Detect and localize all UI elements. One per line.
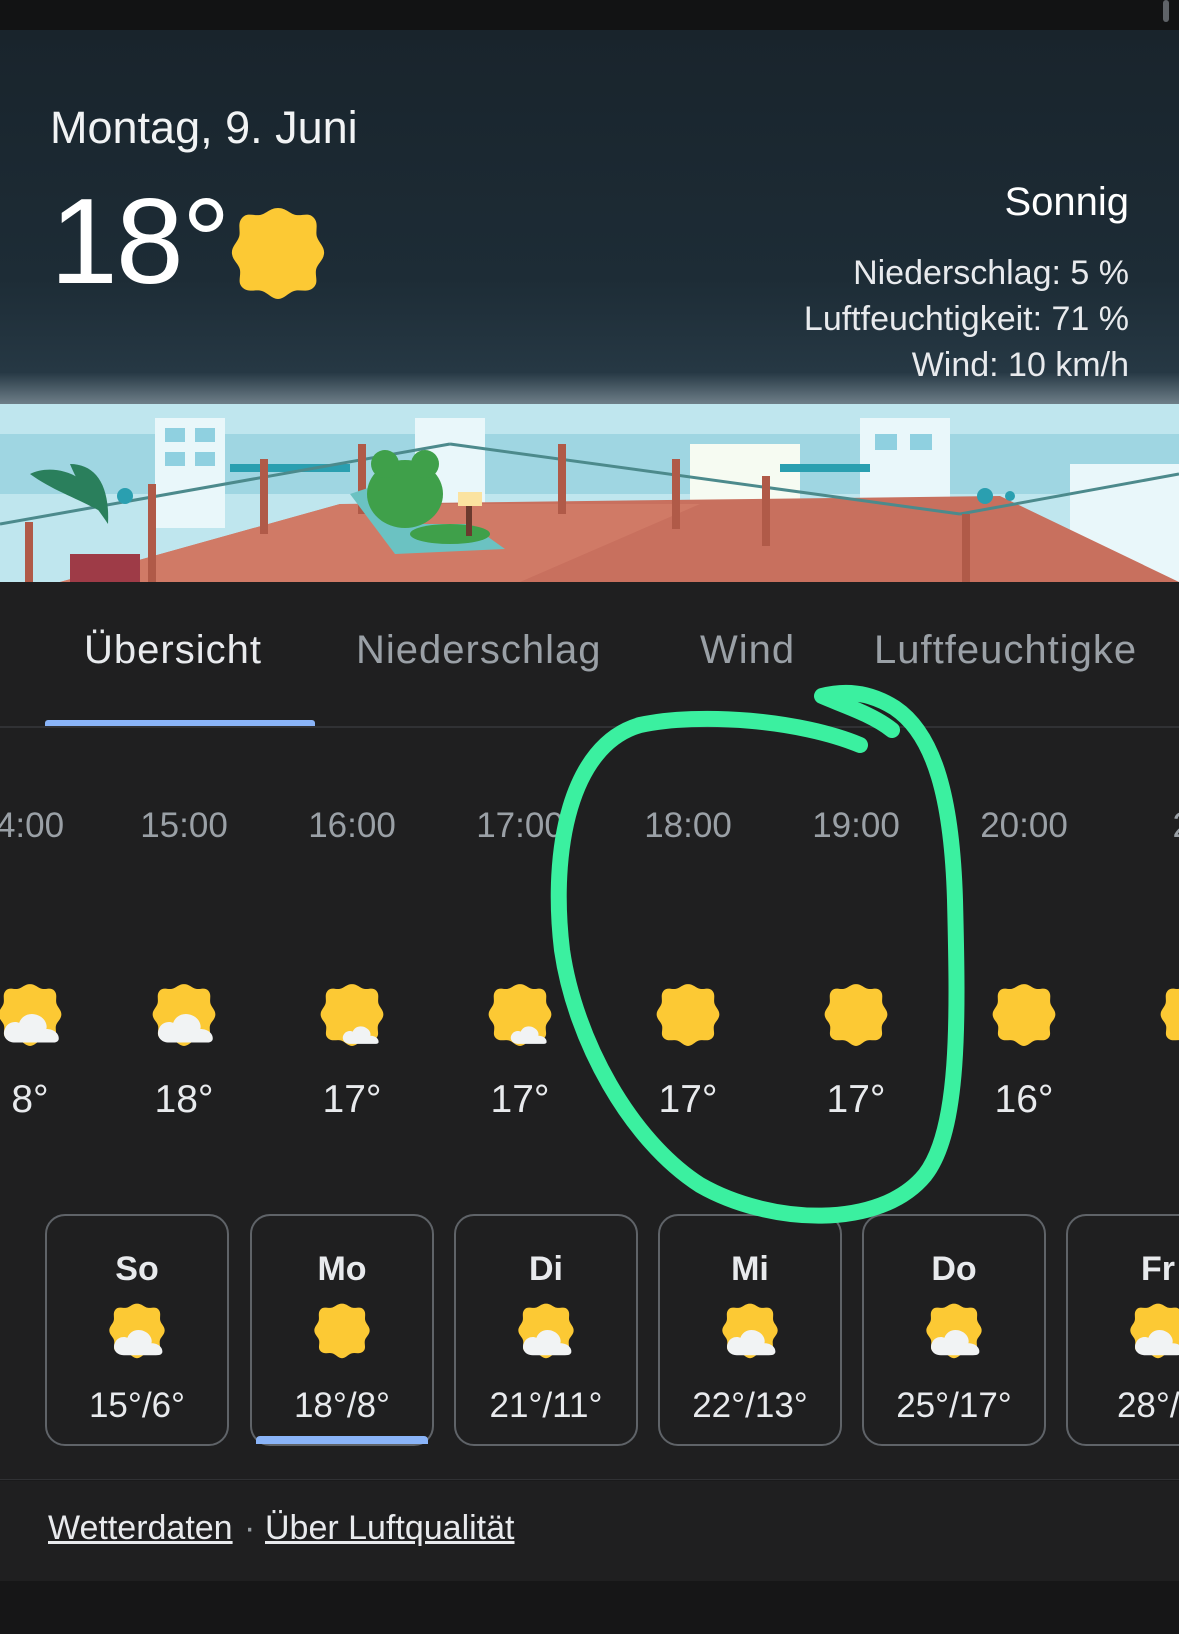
wind-detail: Wind: 10 km/h bbox=[911, 346, 1129, 384]
section-divider bbox=[0, 1479, 1179, 1480]
partly-cloudy-icon bbox=[0, 984, 62, 1046]
day-temperature-range: 21°/11° bbox=[489, 1386, 603, 1425]
sun-icon bbox=[992, 984, 1056, 1046]
sun-icon bbox=[824, 984, 888, 1046]
day-temperature-range: 25°/17° bbox=[896, 1386, 1012, 1425]
hour-temperature: 18° bbox=[154, 1078, 214, 1121]
day-card-monday[interactable]: Mo 18°/8° bbox=[250, 1214, 434, 1446]
precipitation-detail: Niederschlag: 5 % bbox=[853, 254, 1129, 292]
day-selected-indicator bbox=[256, 1436, 428, 1444]
bottom-strip bbox=[0, 1581, 1179, 1634]
tab-overview[interactable]: Übersicht bbox=[84, 628, 262, 673]
day-card-tuesday[interactable]: Di 21°/11° bbox=[454, 1214, 638, 1446]
humidity-detail: Luftfeuchtigkeit: 71 % bbox=[803, 300, 1129, 338]
tab-wind[interactable]: Wind bbox=[700, 628, 795, 673]
day-card-friday[interactable]: Fr 28°/1 bbox=[1066, 1214, 1179, 1446]
weather-hero: Montag, 9. Juni 18° Sonnig Niederschlag:… bbox=[0, 30, 1179, 582]
day-card-sunday[interactable]: So 15°/6° bbox=[45, 1214, 229, 1446]
day-name: So bbox=[115, 1250, 159, 1288]
day-temperature-range: 28°/1 bbox=[1116, 1386, 1179, 1425]
day-name: Mo bbox=[317, 1250, 367, 1288]
day-name: Do bbox=[931, 1250, 977, 1288]
current-temperature: 18° bbox=[50, 173, 230, 309]
hour-temperature: 17° bbox=[490, 1078, 550, 1121]
current-condition: Sonnig bbox=[1004, 180, 1129, 224]
current-date: Montag, 9. Juni bbox=[50, 102, 358, 153]
air-quality-link[interactable]: Über Luftqualität bbox=[265, 1509, 515, 1548]
partly-cloudy-icon bbox=[926, 1303, 982, 1359]
hour-time: 21 bbox=[1108, 806, 1179, 846]
hourly-forecast[interactable]: 4:00 8° 15:00 18° 16:00 17° 17:00 17° 18… bbox=[0, 728, 1179, 1180]
tab-precipitation[interactable]: Niederschlag bbox=[356, 628, 601, 673]
footer-links: Wetterdaten · Über Luftqualität bbox=[0, 1481, 1179, 1581]
hour-temperature: 8° bbox=[11, 1078, 49, 1121]
weather-data-link[interactable]: Wetterdaten bbox=[48, 1509, 233, 1548]
hour-temperature: 1 bbox=[1108, 1078, 1179, 1122]
tab-bar: Übersicht Niederschlag Wind Luftfeuchtig… bbox=[0, 582, 1179, 728]
mostly-sunny-icon bbox=[320, 984, 384, 1046]
hour-time: 20:00 bbox=[980, 806, 1068, 845]
hour-temperature: 17° bbox=[658, 1078, 718, 1121]
footer-separator: · bbox=[244, 1509, 256, 1547]
hour-time: 17:00 bbox=[476, 806, 564, 845]
daily-forecast: So 15°/6° Mo 18°/8° Di 21°/11° Mi 22°/13… bbox=[0, 1180, 1179, 1480]
sun-icon bbox=[231, 208, 325, 299]
partly-cloudy-icon bbox=[518, 1303, 574, 1359]
day-temperature-range: 15°/6° bbox=[88, 1386, 186, 1425]
top-status-strip bbox=[0, 0, 1179, 30]
hour-time: 15:00 bbox=[140, 806, 228, 845]
sun-icon bbox=[1160, 984, 1179, 1046]
sun-icon bbox=[656, 984, 720, 1046]
sun-icon bbox=[314, 1303, 370, 1359]
day-name: Mi bbox=[731, 1250, 769, 1288]
mostly-sunny-icon bbox=[488, 984, 552, 1046]
day-temperature-range: 22°/13° bbox=[692, 1386, 808, 1425]
hour-temperature: 17° bbox=[826, 1078, 886, 1121]
hour-time: 4:00 bbox=[0, 806, 65, 845]
hour-time: 19:00 bbox=[812, 806, 900, 845]
hour-time: 16:00 bbox=[308, 806, 396, 845]
hour-temperature: 17° bbox=[322, 1078, 382, 1121]
rooftop-frog-illustration bbox=[0, 404, 1179, 582]
day-name: Di bbox=[529, 1250, 563, 1288]
day-temperature-range: 18°/8° bbox=[293, 1386, 391, 1425]
day-name: Fr bbox=[1141, 1250, 1175, 1288]
partly-cloudy-icon bbox=[152, 984, 216, 1046]
day-card-thursday[interactable]: Do 25°/17° bbox=[862, 1214, 1046, 1446]
tab-humidity[interactable]: Luftfeuchtigke bbox=[874, 628, 1137, 673]
partly-cloudy-icon bbox=[1130, 1303, 1179, 1359]
scrollbar-thumb[interactable] bbox=[1163, 0, 1169, 22]
hour-temperature: 16° bbox=[994, 1078, 1054, 1121]
day-card-wednesday[interactable]: Mi 22°/13° bbox=[658, 1214, 842, 1446]
hour-time: 18:00 bbox=[644, 806, 732, 845]
partly-cloudy-icon bbox=[722, 1303, 778, 1359]
partly-cloudy-icon bbox=[109, 1303, 165, 1359]
